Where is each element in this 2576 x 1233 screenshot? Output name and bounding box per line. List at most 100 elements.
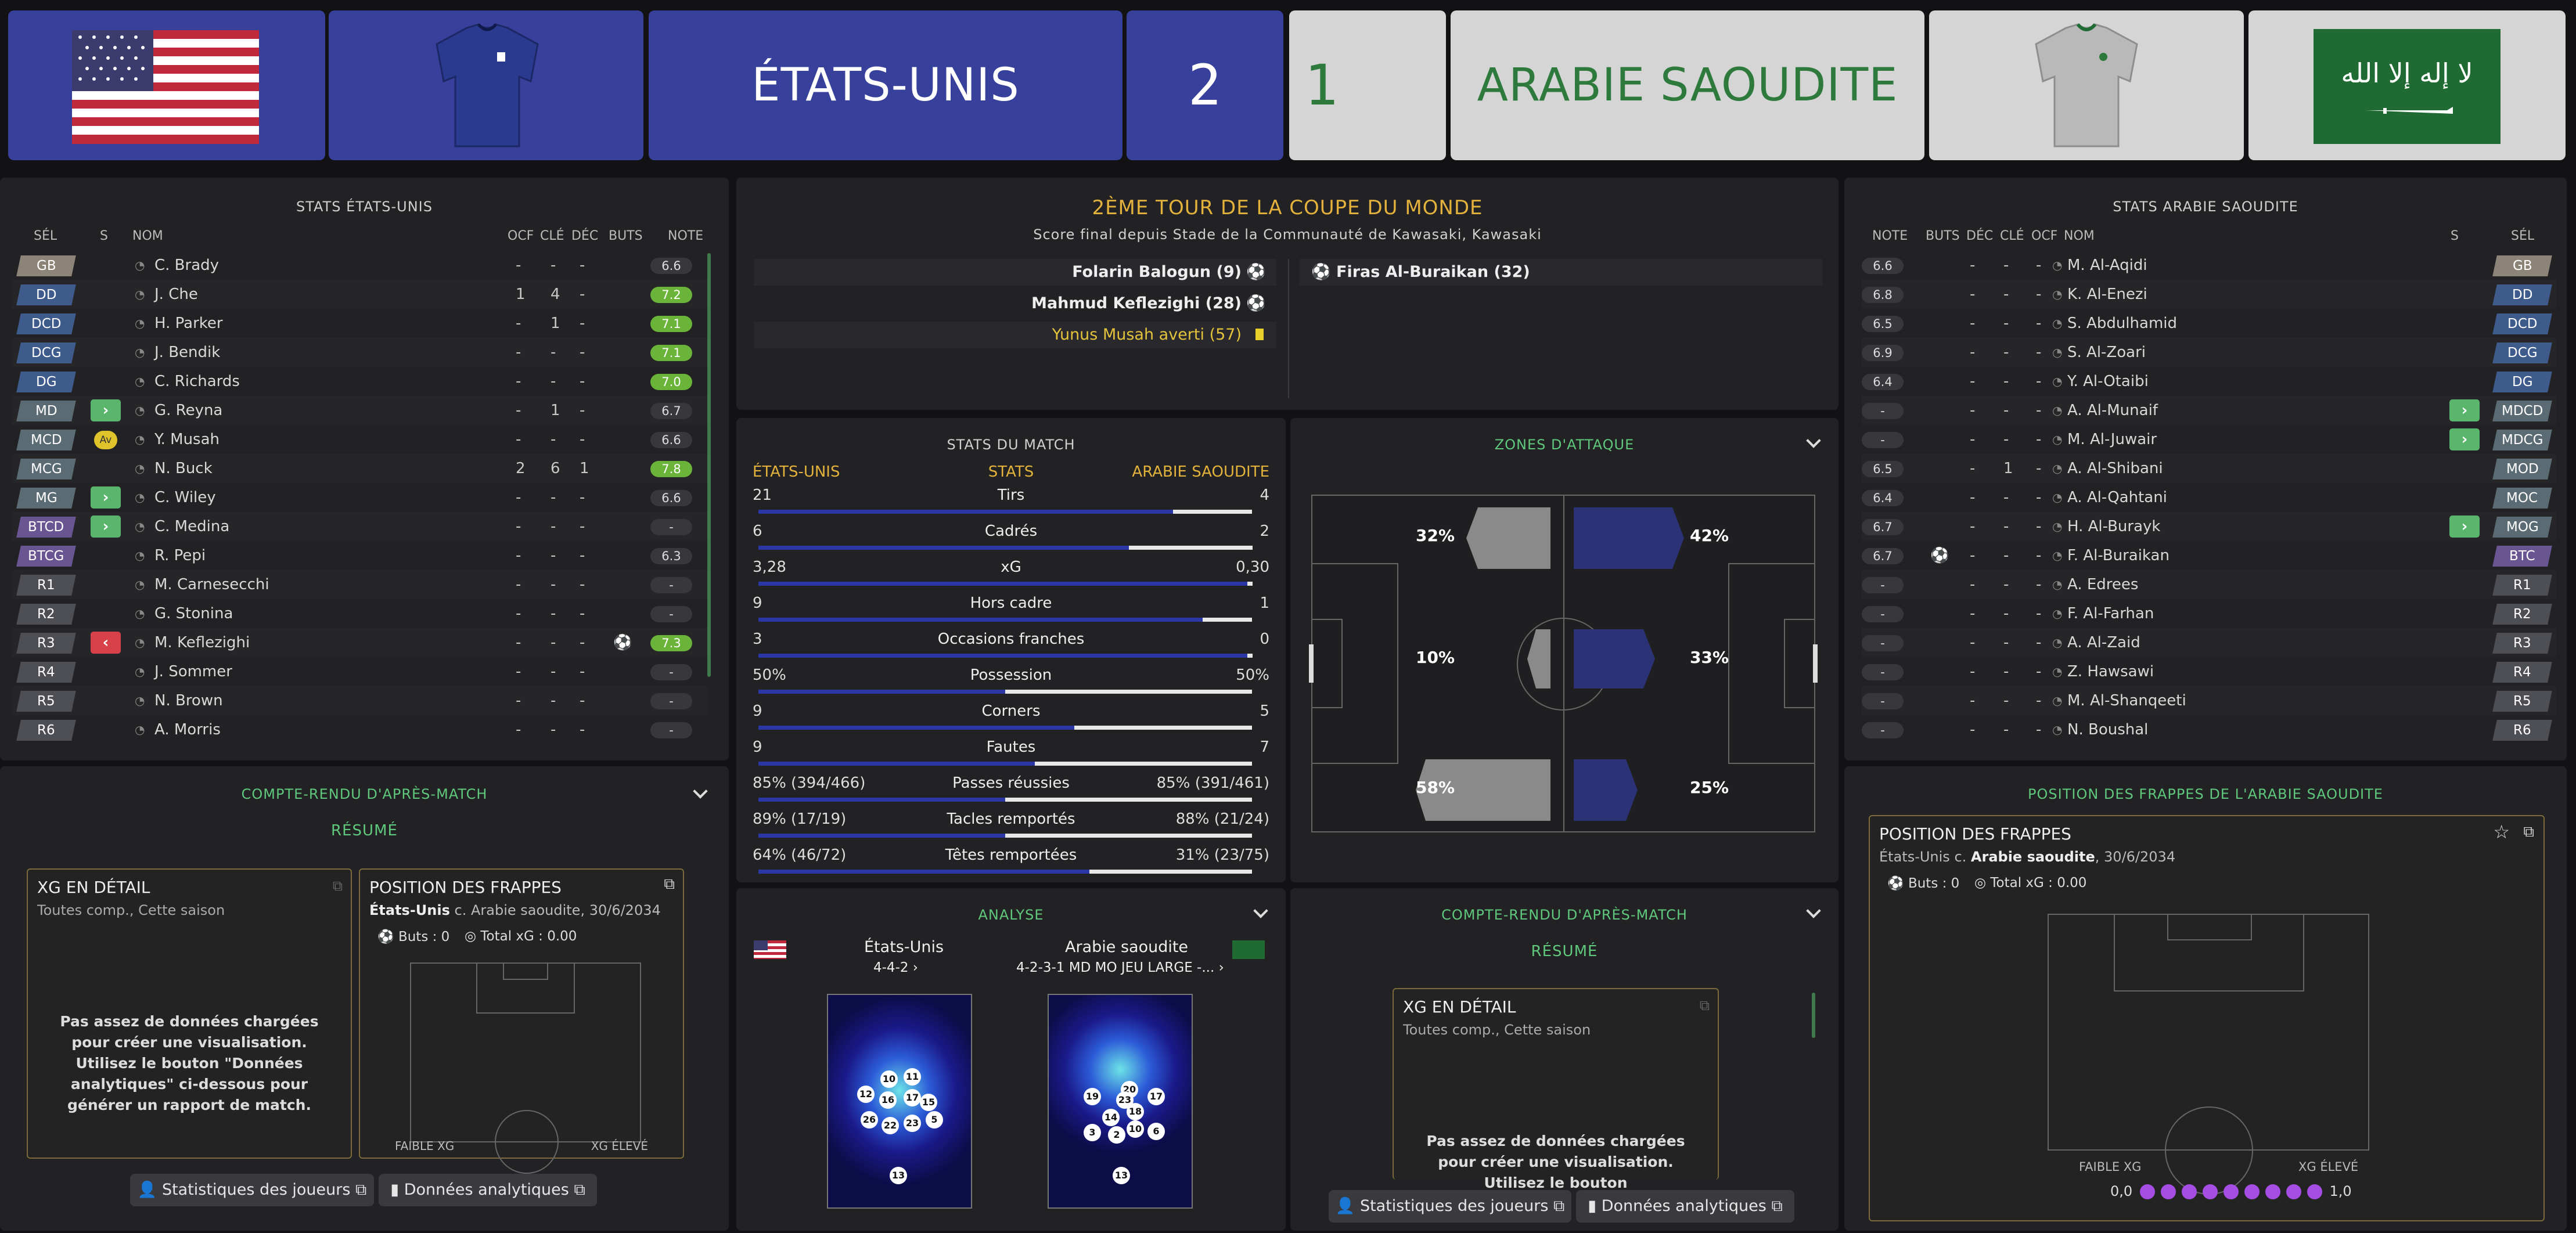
position-badge[interactable]: DD [16,284,76,305]
player-row[interactable]: R6 ◔ A. Morris - - - - [12,715,708,744]
player-name[interactable]: G. Stonina [154,599,233,628]
player-row[interactable]: R1 ◔ M. Carnesecchi - - - - [12,570,708,599]
player-row[interactable]: MCD Av ◔ Y. Musah - - - 6.6 [12,425,708,454]
player-name[interactable]: Y. Musah [154,425,220,454]
summary-tab[interactable]: RÉSUMÉ [0,822,729,839]
player-row[interactable]: - - - - ◔ A. Al-Zaid R3 [1862,628,2556,657]
player-row[interactable]: R4 ◔ J. Sommer - - - - [12,657,708,686]
player-dot[interactable]: 13 [1113,1167,1130,1184]
player-name[interactable]: R. Pepi [154,541,206,570]
column-header[interactable]: DÉC [571,229,598,243]
player-name[interactable]: J. Bendik [154,338,220,367]
player-row[interactable]: - - - - ◔ A. Al-Munaif › MDCD [1862,396,2556,425]
external-link-icon[interactable]: ⧉ [1700,997,1710,1014]
player-row[interactable]: BTCG ◔ R. Pepi - - - 6.3 [12,541,708,570]
player-name[interactable]: A. Al-Munaif [2067,396,2158,425]
player-name[interactable]: A. Al-Shibani [2067,454,2163,483]
column-header[interactable]: S [100,229,108,243]
home-formation[interactable]: 4-4-2 › [873,960,918,975]
player-row[interactable]: MD › ◔ G. Reyna - 1 - 6.7 [12,396,708,425]
player-row[interactable]: 6.5-1- ◔ A. Al-Shibani MOD [1862,454,2556,483]
analytics-data-button[interactable]: ▮ Données analytiques ⧉ [1576,1190,1794,1223]
player-row[interactable]: 6.6- - - ◔ M. Al-Aqidi GB [1862,251,2556,280]
player-dot[interactable]: 10 [880,1070,898,1088]
player-name[interactable]: M. Carnesecchi [154,570,269,599]
column-header[interactable]: BUTS [1926,229,1960,243]
position-badge[interactable]: MDCG [2492,430,2552,450]
position-badge[interactable]: R2 [2492,604,2552,625]
player-dot[interactable]: 17 [1147,1088,1165,1105]
player-dot[interactable]: 22 [882,1117,899,1134]
player-name[interactable]: F. Al-Farhan [2067,599,2154,628]
position-badge[interactable]: MCD [16,430,76,450]
player-row[interactable]: 6.7- - - ◔ H. Al-Burayk › MOG [1862,512,2556,541]
player-row[interactable]: 6.9- - - ◔ S. Al-Zoari DCG [1862,338,2556,367]
position-badge[interactable]: MDCD [2492,401,2552,421]
player-row[interactable]: 6.4- - - ◔ A. Al-Qahtani MOC [1862,483,2556,512]
column-header[interactable]: CLÉ [540,229,564,243]
player-name[interactable]: C. Medina [154,512,229,541]
player-name[interactable]: M. Al-Aqidi [2067,251,2147,280]
player-name[interactable]: J. Sommer [154,657,232,686]
player-row[interactable]: R3 ‹ ◔ M. Keflezighi - - - ⚽ 7.3 [12,628,708,657]
column-header[interactable]: OCF [2031,229,2057,243]
player-dot[interactable]: 15 [920,1094,937,1111]
position-badge[interactable]: R1 [2492,575,2552,596]
external-link-icon[interactable]: ⧉ [333,878,343,894]
column-header[interactable]: BUTS [609,229,643,243]
column-header[interactable]: NOM [2064,229,2095,243]
player-row[interactable]: MCG ◔ N. Buck 2 6 1 7.8 [12,454,708,483]
player-stats-button[interactable]: 👤 Statistiques des joueurs ⧉ [1329,1190,1571,1223]
player-name[interactable]: S. Al-Zoari [2067,338,2146,367]
position-badge[interactable]: R3 [16,633,76,654]
player-dot[interactable]: 11 [904,1068,921,1086]
player-row[interactable]: - - - - ◔ N. Boushal R6 [1862,715,2556,744]
player-name[interactable]: N. Brown [154,686,223,715]
position-badge[interactable]: DD [2492,284,2552,305]
player-row[interactable]: 6.8- - - ◔ K. Al-Enezi DD [1862,280,2556,309]
player-name[interactable]: C. Brady [154,251,219,280]
position-badge[interactable]: GB [16,255,76,276]
player-dot[interactable]: 14 [1102,1109,1120,1126]
player-row[interactable]: 6.7 ⚽ - - - ◔ F. Al-Buraikan BTC [1862,541,2556,570]
position-badge[interactable]: DCD [2492,313,2552,334]
player-name[interactable]: N. Boushal [2067,715,2148,744]
position-badge[interactable]: BTCD [16,517,76,538]
player-dot[interactable]: 10 [1127,1120,1144,1138]
position-badge[interactable]: R6 [16,720,76,741]
player-name[interactable]: K. Al-Enezi [2067,280,2147,309]
player-name[interactable]: G. Reyna [154,396,222,425]
position-badge[interactable]: MG [16,488,76,509]
player-name[interactable]: C. Richards [154,367,240,396]
position-badge[interactable]: R5 [2492,691,2552,712]
column-header[interactable]: DÉC [1966,229,1993,243]
player-row[interactable]: - - - - ◔ M. Al-Juwair › MDCG [1862,425,2556,454]
player-dot[interactable]: 6 [1147,1123,1165,1140]
player-row[interactable]: BTCD › ◔ C. Medina - - - - [12,512,708,541]
player-stats-button[interactable]: 👤 Statistiques des joueurs ⧉ [130,1174,374,1206]
external-link-icon[interactable]: ⧉ [2523,823,2534,841]
summary-tab[interactable]: RÉSUMÉ [1290,943,1839,960]
player-row[interactable]: DG ◔ C. Richards - - - 7.0 [12,367,708,396]
position-badge[interactable]: MCG [16,459,76,480]
external-link-icon[interactable]: ⧉ [664,875,675,893]
position-badge[interactable]: DCG [2492,342,2552,363]
position-badge[interactable]: R4 [2492,662,2552,683]
player-name[interactable]: A. Al-Zaid [2067,628,2140,657]
player-dot[interactable]: 19 [1084,1088,1101,1105]
position-badge[interactable]: MOD [2492,459,2552,480]
column-header[interactable]: SÉL [34,229,57,243]
player-name[interactable]: Z. Hawsawi [2067,657,2154,686]
player-name[interactable]: J. Che [154,280,198,309]
player-dot[interactable]: 16 [879,1091,897,1109]
player-name[interactable]: H. Parker [154,309,223,338]
player-name[interactable]: Y. Al-Otaibi [2067,367,2149,396]
player-dot[interactable]: 26 [861,1111,878,1129]
star-icon[interactable]: ☆ [2493,821,2510,843]
player-name[interactable]: A. Edrees [2067,570,2138,599]
player-row[interactable]: 6.5- - - ◔ S. Abdulhamid DCD [1862,309,2556,338]
player-row[interactable]: - - - - ◔ M. Al-Shanqeeti R5 [1862,686,2556,715]
player-row[interactable]: MG › ◔ C. Wiley - - - 6.6 [12,483,708,512]
player-row[interactable]: DD ◔ J. Che 1 4 - 7.2 [12,280,708,309]
position-badge[interactable]: R6 [2492,720,2552,741]
